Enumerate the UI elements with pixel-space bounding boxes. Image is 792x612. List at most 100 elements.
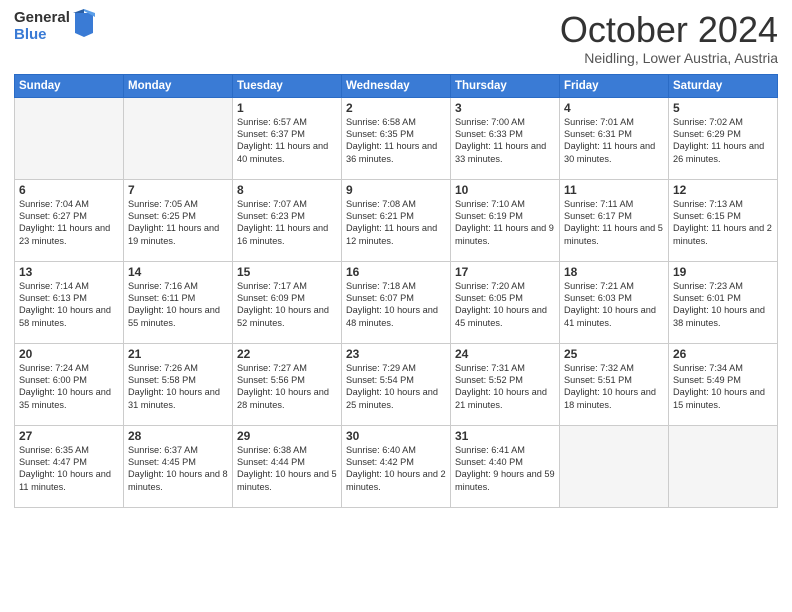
day-number: 11 (564, 183, 664, 197)
cell-info: Sunrise: 7:07 AM Sunset: 6:23 PM Dayligh… (237, 198, 337, 248)
calendar-day-cell: 28Sunrise: 6:37 AM Sunset: 4:45 PM Dayli… (124, 425, 233, 507)
calendar-day-cell: 1Sunrise: 6:57 AM Sunset: 6:37 PM Daylig… (233, 97, 342, 179)
day-of-week-header: Tuesday (233, 74, 342, 97)
cell-info: Sunrise: 6:40 AM Sunset: 4:42 PM Dayligh… (346, 444, 446, 494)
calendar-day-cell: 25Sunrise: 7:32 AM Sunset: 5:51 PM Dayli… (560, 343, 669, 425)
calendar-day-cell: 17Sunrise: 7:20 AM Sunset: 6:05 PM Dayli… (451, 261, 560, 343)
calendar-day-cell: 4Sunrise: 7:01 AM Sunset: 6:31 PM Daylig… (560, 97, 669, 179)
day-number: 27 (19, 429, 119, 443)
cell-info: Sunrise: 7:10 AM Sunset: 6:19 PM Dayligh… (455, 198, 555, 248)
day-number: 4 (564, 101, 664, 115)
calendar-day-cell: 3Sunrise: 7:00 AM Sunset: 6:33 PM Daylig… (451, 97, 560, 179)
day-number: 20 (19, 347, 119, 361)
calendar-day-cell: 26Sunrise: 7:34 AM Sunset: 5:49 PM Dayli… (669, 343, 778, 425)
calendar-week-row: 6Sunrise: 7:04 AM Sunset: 6:27 PM Daylig… (15, 179, 778, 261)
cell-info: Sunrise: 7:11 AM Sunset: 6:17 PM Dayligh… (564, 198, 664, 248)
calendar-day-cell: 7Sunrise: 7:05 AM Sunset: 6:25 PM Daylig… (124, 179, 233, 261)
day-number: 22 (237, 347, 337, 361)
calendar-day-cell: 24Sunrise: 7:31 AM Sunset: 5:52 PM Dayli… (451, 343, 560, 425)
calendar-day-cell: 8Sunrise: 7:07 AM Sunset: 6:23 PM Daylig… (233, 179, 342, 261)
cell-info: Sunrise: 7:24 AM Sunset: 6:00 PM Dayligh… (19, 362, 119, 412)
calendar-day-cell: 6Sunrise: 7:04 AM Sunset: 6:27 PM Daylig… (15, 179, 124, 261)
cell-info: Sunrise: 7:27 AM Sunset: 5:56 PM Dayligh… (237, 362, 337, 412)
logo-general: General (14, 10, 70, 27)
day-number: 28 (128, 429, 228, 443)
day-number: 19 (673, 265, 773, 279)
cell-info: Sunrise: 7:29 AM Sunset: 5:54 PM Dayligh… (346, 362, 446, 412)
day-number: 17 (455, 265, 555, 279)
calendar-day-cell: 20Sunrise: 7:24 AM Sunset: 6:00 PM Dayli… (15, 343, 124, 425)
logo: General Blue (14, 10, 95, 43)
calendar-table: SundayMondayTuesdayWednesdayThursdayFrid… (14, 74, 778, 508)
cell-info: Sunrise: 7:14 AM Sunset: 6:13 PM Dayligh… (19, 280, 119, 330)
page: General Blue October 2024 Neidling, Lowe… (0, 0, 792, 612)
calendar-day-cell: 15Sunrise: 7:17 AM Sunset: 6:09 PM Dayli… (233, 261, 342, 343)
day-of-week-header: Monday (124, 74, 233, 97)
calendar-day-cell: 22Sunrise: 7:27 AM Sunset: 5:56 PM Dayli… (233, 343, 342, 425)
cell-info: Sunrise: 7:04 AM Sunset: 6:27 PM Dayligh… (19, 198, 119, 248)
calendar-week-row: 20Sunrise: 7:24 AM Sunset: 6:00 PM Dayli… (15, 343, 778, 425)
day-number: 10 (455, 183, 555, 197)
day-number: 13 (19, 265, 119, 279)
location-subtitle: Neidling, Lower Austria, Austria (560, 50, 778, 66)
calendar-day-cell: 11Sunrise: 7:11 AM Sunset: 6:17 PM Dayli… (560, 179, 669, 261)
day-number: 30 (346, 429, 446, 443)
day-number: 1 (237, 101, 337, 115)
cell-info: Sunrise: 7:13 AM Sunset: 6:15 PM Dayligh… (673, 198, 773, 248)
calendar-day-cell: 31Sunrise: 6:41 AM Sunset: 4:40 PM Dayli… (451, 425, 560, 507)
calendar-day-cell (124, 97, 233, 179)
cell-info: Sunrise: 7:17 AM Sunset: 6:09 PM Dayligh… (237, 280, 337, 330)
cell-info: Sunrise: 7:16 AM Sunset: 6:11 PM Dayligh… (128, 280, 228, 330)
logo-icon (73, 9, 95, 42)
day-number: 15 (237, 265, 337, 279)
day-number: 2 (346, 101, 446, 115)
day-number: 24 (455, 347, 555, 361)
calendar-day-cell: 29Sunrise: 6:38 AM Sunset: 4:44 PM Dayli… (233, 425, 342, 507)
day-number: 12 (673, 183, 773, 197)
cell-info: Sunrise: 7:01 AM Sunset: 6:31 PM Dayligh… (564, 116, 664, 166)
cell-info: Sunrise: 7:18 AM Sunset: 6:07 PM Dayligh… (346, 280, 446, 330)
cell-info: Sunrise: 7:32 AM Sunset: 5:51 PM Dayligh… (564, 362, 664, 412)
cell-info: Sunrise: 6:57 AM Sunset: 6:37 PM Dayligh… (237, 116, 337, 166)
calendar-week-row: 1Sunrise: 6:57 AM Sunset: 6:37 PM Daylig… (15, 97, 778, 179)
day-number: 25 (564, 347, 664, 361)
calendar-day-cell: 16Sunrise: 7:18 AM Sunset: 6:07 PM Dayli… (342, 261, 451, 343)
day-number: 14 (128, 265, 228, 279)
day-of-week-header: Saturday (669, 74, 778, 97)
cell-info: Sunrise: 7:26 AM Sunset: 5:58 PM Dayligh… (128, 362, 228, 412)
day-number: 7 (128, 183, 228, 197)
day-number: 16 (346, 265, 446, 279)
day-number: 3 (455, 101, 555, 115)
day-number: 8 (237, 183, 337, 197)
calendar-day-cell: 13Sunrise: 7:14 AM Sunset: 6:13 PM Dayli… (15, 261, 124, 343)
day-number: 5 (673, 101, 773, 115)
calendar-day-cell (15, 97, 124, 179)
calendar-week-row: 13Sunrise: 7:14 AM Sunset: 6:13 PM Dayli… (15, 261, 778, 343)
calendar-day-cell: 10Sunrise: 7:10 AM Sunset: 6:19 PM Dayli… (451, 179, 560, 261)
day-number: 6 (19, 183, 119, 197)
logo-blue: Blue (14, 27, 70, 44)
cell-info: Sunrise: 6:41 AM Sunset: 4:40 PM Dayligh… (455, 444, 555, 494)
calendar-day-cell: 5Sunrise: 7:02 AM Sunset: 6:29 PM Daylig… (669, 97, 778, 179)
cell-info: Sunrise: 7:21 AM Sunset: 6:03 PM Dayligh… (564, 280, 664, 330)
day-of-week-header: Thursday (451, 74, 560, 97)
calendar-day-cell: 27Sunrise: 6:35 AM Sunset: 4:47 PM Dayli… (15, 425, 124, 507)
day-number: 21 (128, 347, 228, 361)
header: General Blue October 2024 Neidling, Lowe… (14, 10, 778, 66)
title-block: October 2024 Neidling, Lower Austria, Au… (560, 10, 778, 66)
calendar-day-cell: 18Sunrise: 7:21 AM Sunset: 6:03 PM Dayli… (560, 261, 669, 343)
calendar-day-cell: 14Sunrise: 7:16 AM Sunset: 6:11 PM Dayli… (124, 261, 233, 343)
calendar-day-cell: 21Sunrise: 7:26 AM Sunset: 5:58 PM Dayli… (124, 343, 233, 425)
calendar-day-cell: 12Sunrise: 7:13 AM Sunset: 6:15 PM Dayli… (669, 179, 778, 261)
calendar-week-row: 27Sunrise: 6:35 AM Sunset: 4:47 PM Dayli… (15, 425, 778, 507)
day-of-week-header: Friday (560, 74, 669, 97)
day-of-week-header: Sunday (15, 74, 124, 97)
header-row: SundayMondayTuesdayWednesdayThursdayFrid… (15, 74, 778, 97)
day-number: 29 (237, 429, 337, 443)
day-number: 18 (564, 265, 664, 279)
calendar-day-cell: 30Sunrise: 6:40 AM Sunset: 4:42 PM Dayli… (342, 425, 451, 507)
calendar-day-cell: 2Sunrise: 6:58 AM Sunset: 6:35 PM Daylig… (342, 97, 451, 179)
cell-info: Sunrise: 7:08 AM Sunset: 6:21 PM Dayligh… (346, 198, 446, 248)
calendar-day-cell (669, 425, 778, 507)
day-number: 31 (455, 429, 555, 443)
